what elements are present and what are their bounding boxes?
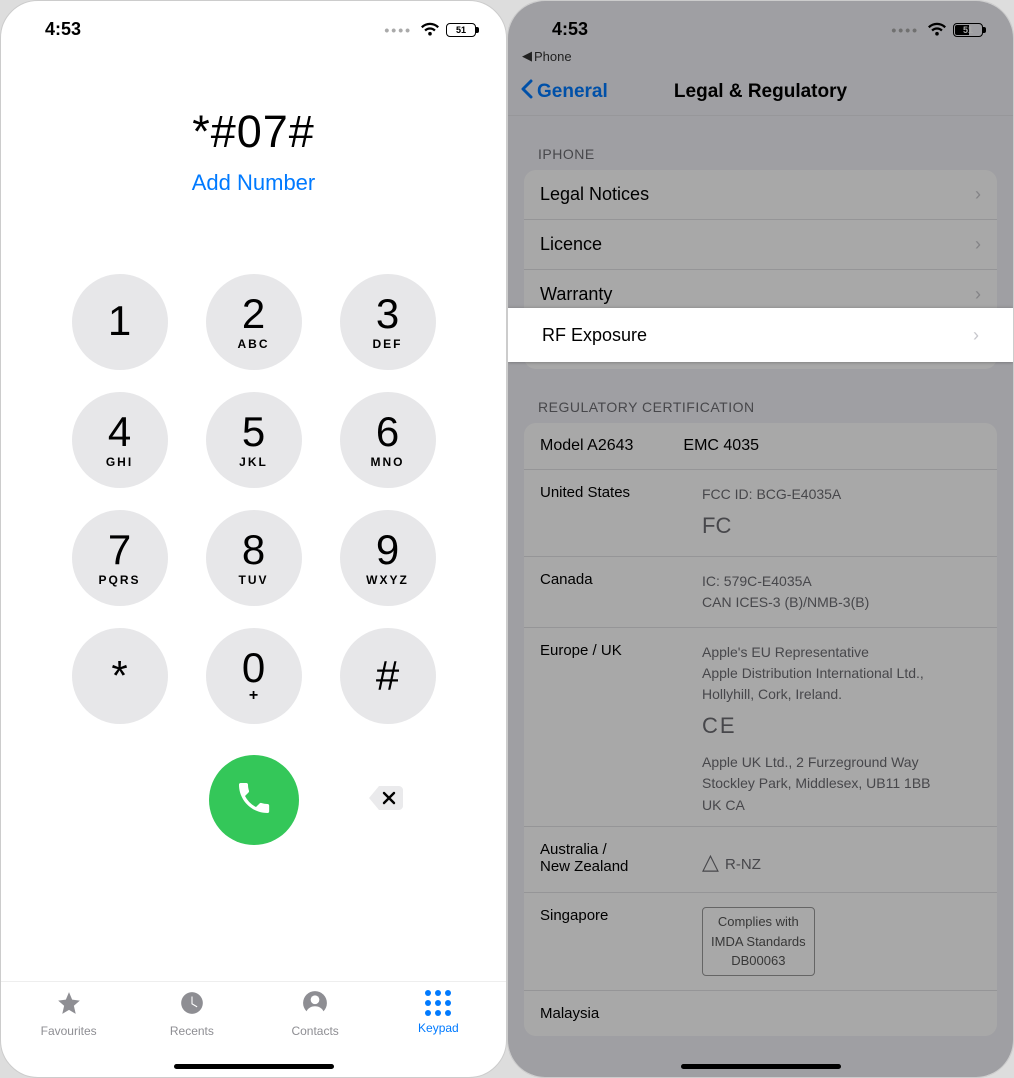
imda-box: Complies with IMDA Standards DB00063 <box>702 907 815 976</box>
key-8[interactable]: 8TUV <box>206 510 302 606</box>
key-hash[interactable]: # <box>340 628 436 724</box>
row-canada: Canada IC: 579C-E4035A CAN ICES-3 (B)/NM… <box>524 557 997 628</box>
row-us: United States FCC ID: BCG-E4035A FC <box>524 470 997 557</box>
row-anz: Australia / New Zealand △ R-NZ <box>524 827 997 893</box>
tab-contacts[interactable]: Contacts <box>254 990 377 1055</box>
key-4[interactable]: 4GHI <box>72 392 168 488</box>
back-caret-icon: ◀ <box>522 48 532 64</box>
cell-licence[interactable]: Licence › <box>524 220 997 270</box>
call-button[interactable] <box>209 755 299 845</box>
status-time: 4:53 <box>45 19 81 40</box>
add-number-link[interactable]: Add Number <box>1 170 506 196</box>
row-europe: Europe / UK Apple's EU Representative Ap… <box>524 628 997 827</box>
row-malaysia: Malaysia <box>524 991 997 1036</box>
entered-number: *#07# <box>1 106 506 158</box>
battery-icon: 51 <box>446 23 476 37</box>
key-6[interactable]: 6MNO <box>340 392 436 488</box>
status-right: •••• 51 <box>384 22 476 38</box>
cell-rf-exposure[interactable]: RF Exposure › <box>508 308 1013 362</box>
nav-back-button[interactable]: General <box>520 79 608 105</box>
key-3[interactable]: 3DEF <box>340 274 436 370</box>
chevron-right-icon: › <box>975 184 981 205</box>
key-star[interactable]: * <box>72 628 168 724</box>
wifi-icon <box>420 22 440 37</box>
star-icon <box>55 990 83 1019</box>
status-time: 4:53 <box>552 19 588 40</box>
battery-icon: 51 <box>953 23 983 37</box>
nav-bar: General Legal & Regulatory <box>508 68 1013 116</box>
dialer-display: *#07# Add Number <box>1 106 506 196</box>
status-bar: 4:53 •••• 51 <box>1 1 506 48</box>
person-icon <box>302 990 328 1019</box>
dialpad-icon <box>425 990 451 1016</box>
rcm-icon: △ R-NZ <box>702 845 981 878</box>
section-header-iphone: IPHONE <box>508 116 1013 170</box>
status-bar: 4:53 •••• 51 <box>508 1 1013 48</box>
row-singapore: Singapore Complies with IMDA Standards D… <box>524 893 997 991</box>
phone-icon <box>234 778 274 823</box>
status-right: •••• 51 <box>891 22 983 38</box>
key-1[interactable]: 1 <box>72 274 168 370</box>
backspace-icon <box>367 784 405 817</box>
status-dots: •••• <box>384 22 412 38</box>
settings-legal-screen: 4:53 •••• 51 ◀ Phone General Legal & Reg… <box>507 0 1014 1078</box>
chevron-right-icon: › <box>975 284 981 305</box>
regulatory-block: Model A2643 EMC 4035 United States FCC I… <box>524 423 997 1036</box>
nav-title: Legal & Regulatory <box>674 81 847 103</box>
ce-icon: CE <box>702 709 981 742</box>
chevron-left-icon <box>520 79 533 105</box>
keypad: 1 2ABC 3DEF 4GHI 5JKL 6MNO 7PQRS 8TUV 9W… <box>1 274 506 724</box>
chevron-right-icon: › <box>973 325 979 346</box>
back-to-app[interactable]: ◀ Phone <box>508 48 1013 68</box>
tab-keypad[interactable]: Keypad <box>377 990 500 1055</box>
tab-bar: Favourites Recents Contacts Keypad <box>1 981 506 1077</box>
section-header-regulatory: REGULATORY CERTIFICATION <box>508 369 1013 423</box>
clock-icon <box>179 990 205 1019</box>
key-0[interactable]: 0+ <box>206 628 302 724</box>
wifi-icon <box>927 22 947 37</box>
ukca-icon: UK CA <box>702 798 981 812</box>
cell-legal-notices[interactable]: Legal Notices › <box>524 170 997 220</box>
key-9[interactable]: 9WXYZ <box>340 510 436 606</box>
delete-button[interactable] <box>364 784 408 816</box>
row-model: Model A2643 EMC 4035 <box>524 423 997 470</box>
chevron-right-icon: › <box>975 234 981 255</box>
key-5[interactable]: 5JKL <box>206 392 302 488</box>
status-dots: •••• <box>891 22 919 38</box>
key-2[interactable]: 2ABC <box>206 274 302 370</box>
tab-favourites[interactable]: Favourites <box>7 990 130 1055</box>
phone-dialer-screen: 4:53 •••• 51 *#07# Add Number 1 2ABC 3DE… <box>0 0 507 1078</box>
home-indicator <box>174 1064 334 1069</box>
home-indicator <box>681 1064 841 1069</box>
tab-recents[interactable]: Recents <box>130 990 253 1055</box>
fcc-icon: FC <box>702 509 981 542</box>
key-7[interactable]: 7PQRS <box>72 510 168 606</box>
